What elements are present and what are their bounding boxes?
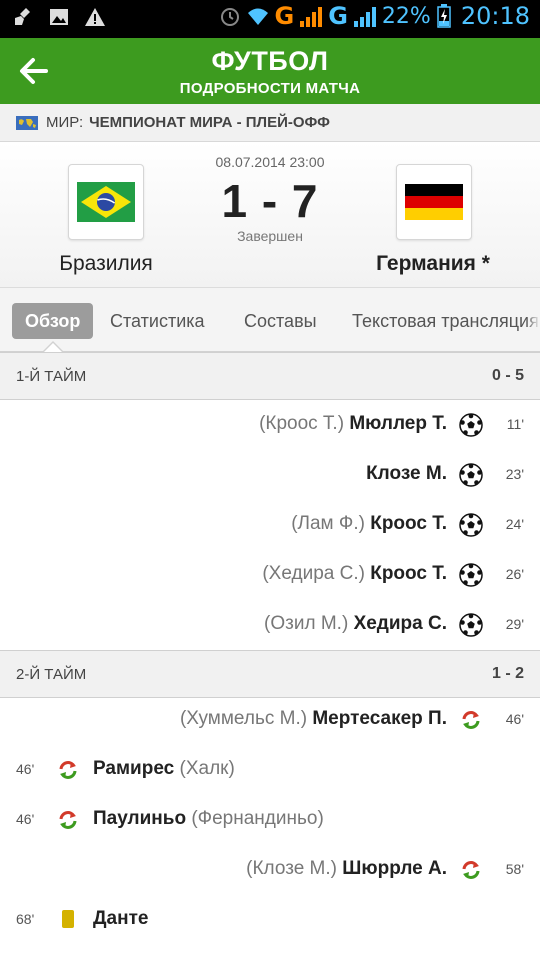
tab-statistics[interactable]: Статистика [110, 303, 205, 339]
event-player: Хедира С. [353, 613, 447, 634]
network-type-1: G [274, 2, 295, 30]
section-label: 2-Й ТАЙМ [16, 666, 87, 683]
event-player: Кроос Т. [370, 513, 447, 534]
event-player: Мертесакер П. [312, 708, 447, 729]
germany-flag-icon [405, 184, 463, 220]
event-minute: 58' [505, 861, 524, 877]
tab-lineups[interactable]: Составы [244, 303, 317, 339]
event-minute: 68' [16, 911, 35, 927]
tab-overview[interactable]: Обзор [12, 303, 94, 339]
tabs-fade [526, 288, 540, 351]
signal-bars-2-icon [353, 5, 376, 27]
event-minute: 46' [505, 711, 524, 727]
substitution-icon [462, 861, 480, 879]
event-assist: (Фернандиньо) [191, 808, 324, 829]
match-status: Завершен [237, 228, 303, 244]
page-title: ФУТБОЛ [211, 46, 329, 76]
event-row[interactable]: (Лам Ф.) Кроос Т. 24' [0, 500, 540, 550]
soccer-ball-icon [459, 513, 483, 537]
event-player: Шюррле А. [342, 858, 447, 879]
network-type-2: G [328, 2, 348, 30]
tab-bar: Обзор Статистика Составы Текстовая транс… [0, 288, 540, 352]
tab-text-commentary[interactable]: Текстовая трансляция [352, 303, 539, 339]
wifi-icon [247, 8, 268, 25]
tournament-country: МИР: [46, 114, 84, 131]
event-assist: (Хедира С.) [262, 563, 365, 584]
section-score: 0 - 5 [491, 367, 524, 384]
signal-bars-1-icon [300, 5, 323, 27]
event-minute: 23' [505, 466, 524, 482]
event-assist: (Клозе М.) [246, 858, 337, 879]
event-row[interactable]: (Клозе М.) Шюррле А. 58' [0, 845, 540, 895]
event-assist: (Озил М.) [264, 613, 349, 634]
event-assist: (Кроос Т.) [259, 413, 345, 434]
event-assist: (Хуммельс М.) [179, 708, 308, 729]
event-minute: 26' [505, 566, 524, 582]
soccer-ball-icon [459, 463, 483, 487]
event-row[interactable]: 46' Рамирес (Халк) [0, 745, 540, 795]
broom-icon [15, 8, 30, 25]
soccer-ball-icon [459, 413, 483, 437]
world-flag-icon [16, 115, 38, 130]
event-row[interactable]: (Кроос Т.) Мюллер Т. 11' [0, 400, 540, 450]
event-minute: 29' [505, 616, 524, 632]
status-bar: G G 22% 20:18 [0, 0, 540, 38]
event-row[interactable]: Клозе М. 23' [0, 450, 540, 500]
section-header-second-half: 2-Й ТАЙМ 1 - 2 [0, 650, 540, 698]
substitution-icon [59, 761, 77, 779]
away-team-logo[interactable] [396, 164, 472, 240]
event-minute: 24' [505, 516, 524, 532]
event-player: Данте [93, 908, 149, 929]
active-tab-pointer [44, 343, 62, 352]
event-assist: (Халк) [179, 758, 235, 779]
event-minute: 46' [16, 761, 35, 777]
section-score: 1 - 2 [491, 665, 524, 682]
warning-icon [85, 8, 105, 26]
home-team-name[interactable]: Бразилия [6, 252, 206, 276]
away-team-name[interactable]: Германия * [333, 252, 533, 276]
section-header-first-half: 1-Й ТАЙМ 0 - 5 [0, 352, 540, 400]
substitution-icon [462, 711, 480, 729]
event-row[interactable]: (Хуммельс М.) Мертесакер П. 46' [0, 695, 540, 745]
match-date: 08.07.2014 23:00 [215, 154, 325, 170]
section-label: 1-Й ТАЙМ [16, 368, 87, 385]
battery-charging-icon [437, 4, 451, 28]
event-row[interactable]: 68' Данте [0, 895, 540, 945]
event-assist: (Лам Ф.) [291, 513, 365, 534]
event-row[interactable]: (Озил М.) Хедира С. 29' [0, 600, 540, 650]
alarm-icon [220, 8, 239, 26]
soccer-ball-icon [459, 563, 483, 587]
match-header: Бразилия 08.07.2014 23:00 1 - 7 Завершен… [0, 142, 540, 288]
event-player: Клозе М. [366, 463, 447, 484]
image-icon [50, 9, 68, 25]
event-minute: 46' [16, 811, 35, 827]
substitution-icon [59, 811, 77, 829]
clock: 20:18 [460, 2, 530, 30]
event-player: Кроос Т. [370, 563, 447, 584]
event-minute: 11' [506, 416, 524, 432]
tournament-bar[interactable]: МИР: ЧЕМПИОНАТ МИРА - ПЛЕЙ-ОФФ [0, 104, 540, 142]
soccer-ball-icon [459, 613, 483, 637]
brazil-flag-icon [77, 182, 135, 222]
event-player: Мюллер Т. [349, 413, 447, 434]
page-subtitle: ПОДРОБНОСТИ МАТЧА [179, 80, 361, 97]
battery-percent: 22% [381, 3, 431, 29]
yellow-card-icon [62, 910, 74, 928]
event-row[interactable]: 46' Паулиньо (Фернандиньо) [0, 795, 540, 845]
home-team-logo[interactable] [68, 164, 144, 240]
tournament-name: ЧЕМПИОНАТ МИРА - ПЛЕЙ-ОФФ [89, 114, 330, 131]
event-row[interactable]: (Хедира С.) Кроос Т. 26' [0, 550, 540, 600]
app-bar: ФУТБОЛ ПОДРОБНОСТИ МАТЧА [0, 38, 540, 104]
event-player: Рамирес [93, 758, 175, 779]
match-score: 1 - 7 [221, 175, 319, 227]
event-player: Паулиньо [93, 808, 187, 829]
